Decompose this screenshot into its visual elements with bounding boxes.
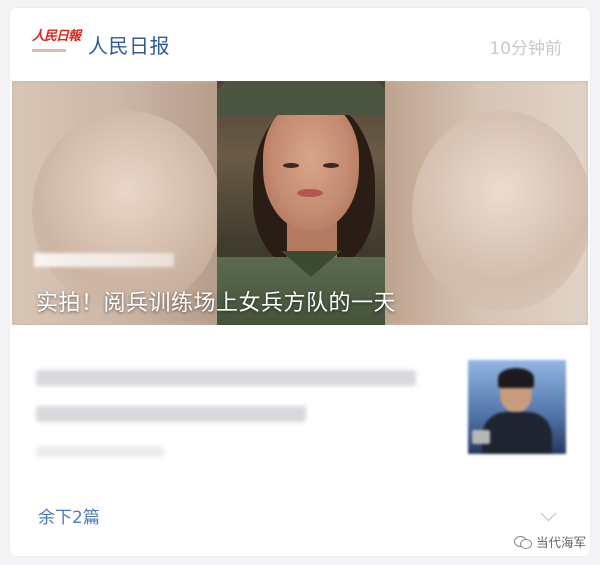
hero-blur-left bbox=[32, 111, 222, 311]
portrait-face bbox=[263, 101, 359, 231]
hero-title[interactable]: 实拍！阅兵训练场上女兵方队的一天 bbox=[36, 285, 396, 317]
hero-blur-right bbox=[412, 111, 588, 311]
article-thumbnail[interactable] bbox=[468, 360, 566, 454]
blurred-meta-line bbox=[36, 446, 164, 457]
portrait-eye-left bbox=[283, 163, 299, 168]
publish-time: 10分钟前 bbox=[489, 39, 562, 59]
portrait-eye-right bbox=[323, 163, 339, 168]
wechat-icon bbox=[513, 535, 532, 549]
account-name[interactable]: 人民日报 bbox=[88, 30, 170, 59]
chevron-down-icon[interactable] bbox=[540, 505, 557, 522]
portrait-lips bbox=[297, 189, 323, 197]
blurred-caption bbox=[34, 253, 174, 267]
article-card[interactable]: 人民日報 人民日报 10分钟前 实拍！阅兵训练场上女兵方队的一天 余下2篇 bbox=[10, 8, 590, 556]
peoples-daily-logo: 人民日報 bbox=[32, 28, 81, 56]
more-articles-link[interactable]: 余下2篇 bbox=[38, 503, 100, 528]
hero-article[interactable]: 实拍！阅兵训练场上女兵方队的一天 bbox=[12, 81, 588, 325]
watermark-text: 当代海军 bbox=[535, 535, 586, 550]
portrait-cap bbox=[217, 81, 385, 115]
thumbnail-hair bbox=[498, 368, 534, 388]
thumbnail-microphone bbox=[472, 430, 490, 444]
account-header[interactable]: 人民日報 人民日报 10分钟前 bbox=[10, 8, 590, 70]
secondary-article[interactable] bbox=[10, 348, 590, 468]
logo-underline bbox=[32, 49, 66, 52]
watermark: 当代海军 bbox=[513, 532, 586, 551]
thumbnail-body bbox=[482, 412, 552, 454]
logo-text: 人民日報 bbox=[32, 29, 81, 44]
blurred-title-line-2 bbox=[36, 406, 306, 422]
blurred-title-line-1 bbox=[36, 370, 416, 386]
